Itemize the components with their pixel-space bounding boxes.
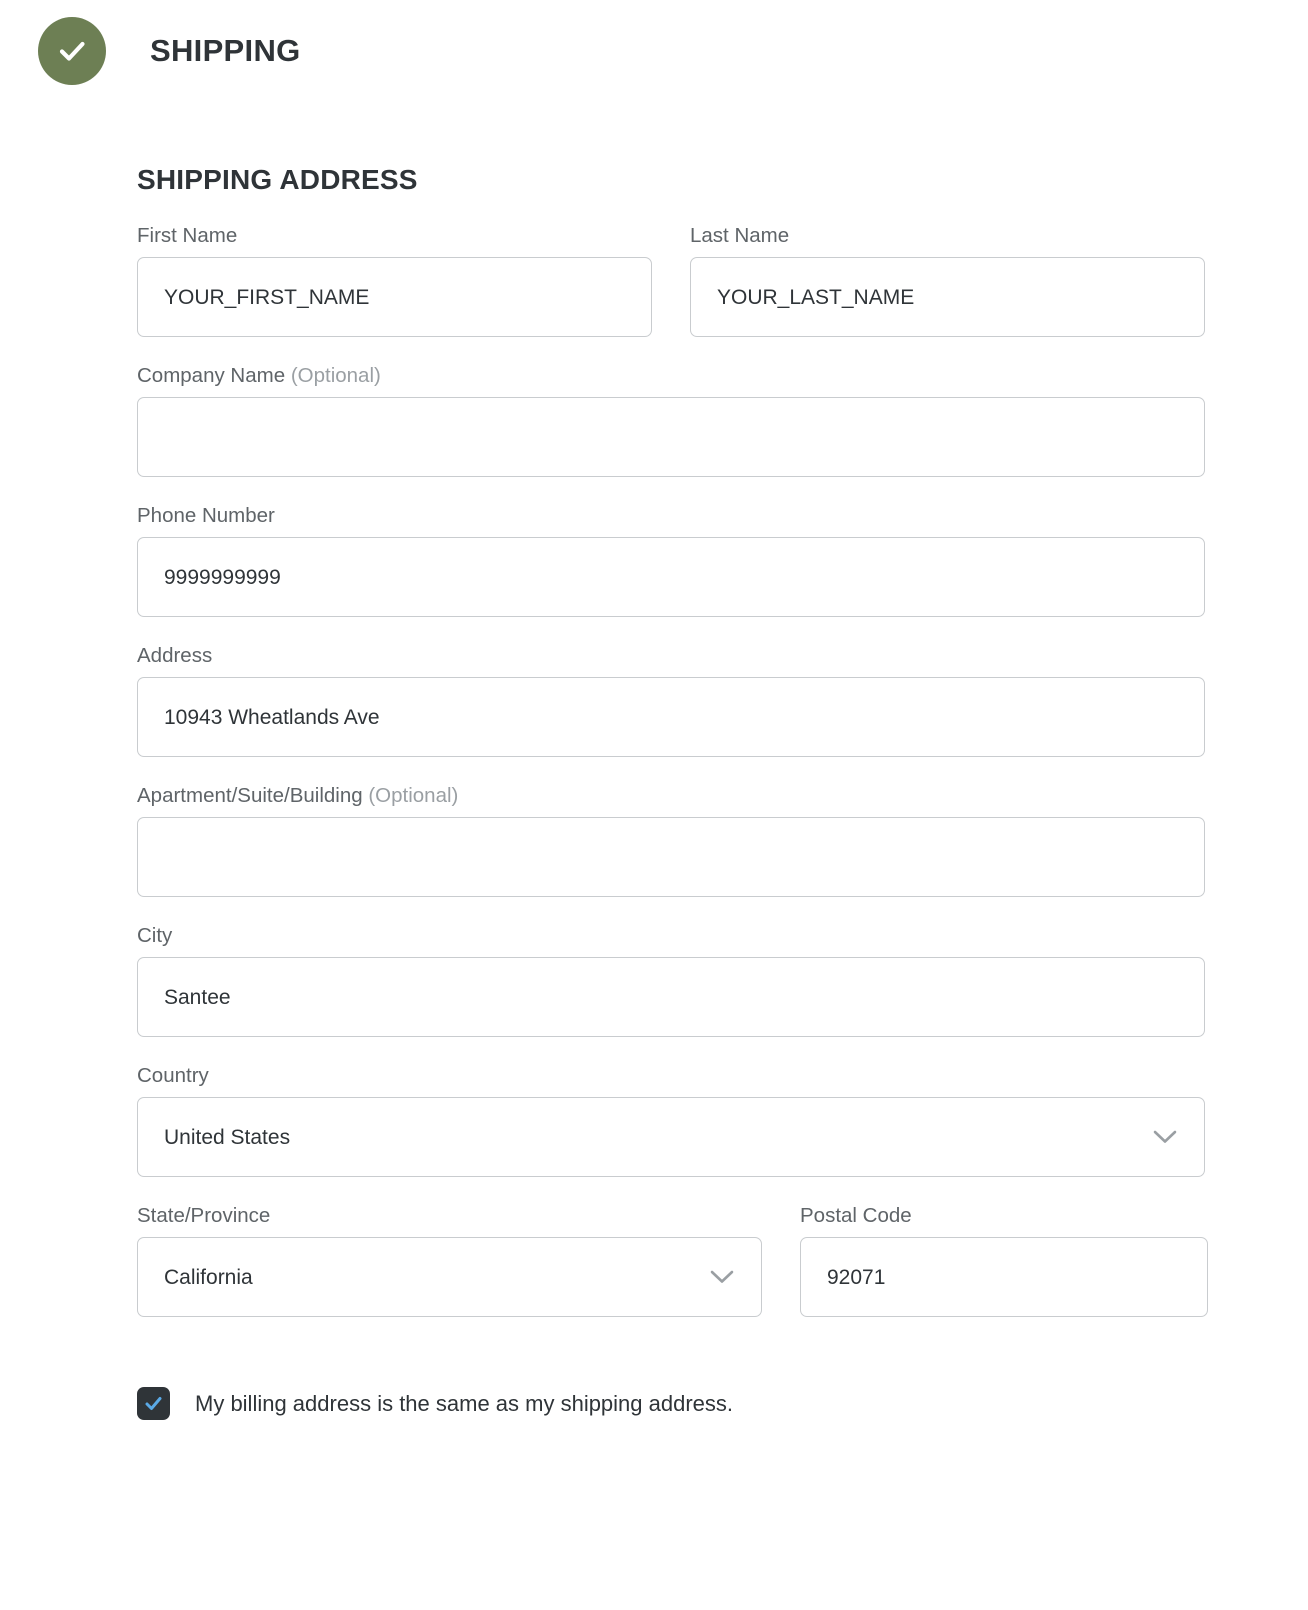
postal-code-input[interactable]: 92071 [800,1237,1208,1317]
chevron-down-icon[interactable] [1152,1129,1178,1145]
apartment-label-text: Apartment/Suite/Building [137,784,363,807]
country-select[interactable]: United States [137,1097,1205,1177]
postal-code-value: 92071 [827,1265,886,1289]
city-field: City Santee [137,924,1205,1037]
state-province-label: State/Province [137,1204,271,1227]
company-name-label-text: Company Name [137,364,286,387]
last-name-value: YOUR_LAST_NAME [717,285,915,309]
billing-same-checkbox[interactable] [137,1387,170,1420]
company-name-label: Company Name (Optional) [137,364,1205,388]
first-name-label: First Name [137,224,238,247]
phone-number-value: 9999999999 [164,565,281,589]
shipping-address-form: SHIPPING ADDRESS First Name YOUR_FIRST_N… [0,164,1308,1420]
name-row: First Name YOUR_FIRST_NAME Last Name YOU… [137,224,1308,364]
company-name-optional-text: (Optional) [290,364,381,387]
country-value: United States [164,1125,291,1149]
address-label: Address [137,644,213,667]
first-name-input[interactable]: YOUR_FIRST_NAME [137,257,652,337]
address-field: Address 10943 Wheatlands Ave [137,644,1205,757]
last-name-field: Last Name YOUR_LAST_NAME [690,224,1205,337]
apartment-input[interactable] [137,817,1205,897]
state-province-select[interactable]: California [137,1237,762,1317]
apartment-optional-text: (Optional) [368,784,459,807]
last-name-input[interactable]: YOUR_LAST_NAME [690,257,1205,337]
first-name-field: First Name YOUR_FIRST_NAME [137,224,652,337]
address-value: 10943 Wheatlands Ave [164,705,380,729]
billing-same-label: My billing address is the same as my shi… [195,1390,734,1416]
check-circle-icon [38,17,106,85]
section-title: SHIPPING ADDRESS [137,164,418,195]
country-label: Country [137,1064,209,1087]
company-name-field: Company Name (Optional) [137,364,1205,477]
address-input[interactable]: 10943 Wheatlands Ave [137,677,1205,757]
city-value: Santee [164,985,231,1009]
company-name-input[interactable] [137,397,1205,477]
state-province-field: State/Province California [137,1204,762,1317]
step-title: SHIPPING [150,33,301,68]
postal-code-field: Postal Code 92071 [800,1204,1208,1317]
first-name-value: YOUR_FIRST_NAME [164,285,370,309]
country-field: Country United States [137,1064,1205,1177]
last-name-label: Last Name [690,224,790,247]
city-label: City [137,924,173,947]
apartment-label: Apartment/Suite/Building (Optional) [137,784,1205,808]
postal-code-label: Postal Code [800,1204,912,1227]
phone-number-label: Phone Number [137,504,275,527]
step-header: SHIPPING [0,0,1308,86]
state-postal-row: State/Province California Postal Code 92… [137,1204,1308,1344]
city-input[interactable]: Santee [137,957,1205,1037]
billing-same-as-shipping-row[interactable]: My billing address is the same as my shi… [137,1387,1308,1420]
apartment-field: Apartment/Suite/Building (Optional) [137,784,1205,897]
phone-number-input[interactable]: 9999999999 [137,537,1205,617]
chevron-down-icon[interactable] [709,1269,735,1285]
check-icon [145,1397,162,1410]
state-province-value: California [164,1265,253,1289]
phone-number-field: Phone Number 9999999999 [137,504,1205,617]
checkout-shipping-page: SHIPPING SHIPPING ADDRESS First Name YOU… [0,0,1308,1610]
